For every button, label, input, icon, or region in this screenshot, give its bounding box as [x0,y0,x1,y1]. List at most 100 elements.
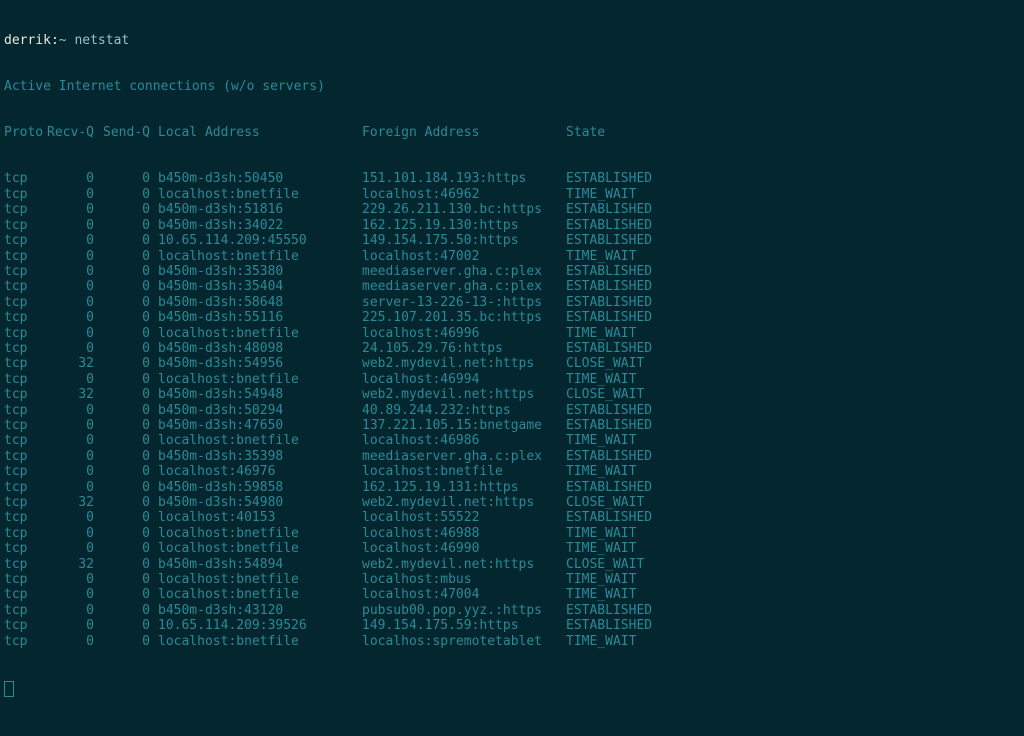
cell-foreign: web2.mydevil.net:https [362,387,566,402]
cell-sendq: 0 [94,233,150,248]
cell-proto: tcp [4,310,46,325]
cell-local: b450m-d3sh:35398 [158,449,362,464]
cell-local: localhost:bnetfile [158,541,362,556]
cell-recvq: 0 [46,326,94,341]
cell-state: ESTABLISHED [566,233,686,248]
cell-sendq: 0 [94,603,150,618]
cell-foreign: 162.125.19.131:https [362,480,566,495]
cell-sendq: 0 [94,279,150,294]
cell-state: ESTABLISHED [566,403,686,418]
cell-sendq: 0 [94,264,150,279]
cell-proto: tcp [4,326,46,341]
hdr-state: State [566,125,686,140]
connection-row: tcp00 b450m-d3sh:55116225.107.201.35.bc:… [4,310,1020,325]
cell-sendq: 0 [94,310,150,325]
connection-row: tcp00 localhost:40153localhost:55522ESTA… [4,510,1020,525]
cell-foreign: pubsub00.pop.yyz.:https [362,603,566,618]
cell-sendq: 0 [94,634,150,649]
cell-foreign: localhost:47002 [362,249,566,264]
cell-state: ESTABLISHED [566,510,686,525]
cell-state: TIME_WAIT [566,572,686,587]
cell-proto: tcp [4,249,46,264]
cell-recvq: 0 [46,233,94,248]
cell-state: CLOSE_WAIT [566,557,686,572]
cell-sendq: 0 [94,526,150,541]
cell-sendq: 0 [94,403,150,418]
cell-local: localhost:46976 [158,464,362,479]
cell-foreign: localhost:46996 [362,326,566,341]
cell-sendq: 0 [94,171,150,186]
cell-recvq: 0 [46,279,94,294]
cell-proto: tcp [4,603,46,618]
cell-local: b450m-d3sh:50450 [158,171,362,186]
cell-foreign: localhost:bnetfile [362,464,566,479]
cell-sendq: 0 [94,618,150,633]
cell-sendq: 0 [94,480,150,495]
cell-state: ESTABLISHED [566,264,686,279]
cell-state: ESTABLISHED [566,171,686,186]
cell-state: TIME_WAIT [566,541,686,556]
cell-local: localhost:bnetfile [158,526,362,541]
cell-foreign: web2.mydevil.net:https [362,557,566,572]
cell-proto: tcp [4,233,46,248]
cell-state: ESTABLISHED [566,449,686,464]
cell-recvq: 0 [46,295,94,310]
cell-foreign: localhost:46988 [362,526,566,541]
cell-foreign: 149.154.175.50:https [362,233,566,248]
connection-row: tcp320 b450m-d3sh:54956web2.mydevil.net:… [4,356,1020,371]
connection-row: tcp00 localhost:bnetfilelocalhost:46996T… [4,326,1020,341]
cell-recvq: 0 [46,464,94,479]
cell-recvq: 0 [46,572,94,587]
prompt-user: derrik [4,33,51,48]
hdr-foreign: Foreign Address [362,125,566,140]
header-row: ProtoRecv-QSend-Q Local AddressForeign A… [4,125,1020,140]
cell-foreign: localhos:spremotetablet [362,634,566,649]
cell-foreign: localhost:46994 [362,372,566,387]
cell-proto: tcp [4,557,46,572]
connection-row: tcp00 localhost:bnetfilelocalhost:47002T… [4,249,1020,264]
cursor-line[interactable] [4,680,1020,701]
cell-local: localhost:40153 [158,510,362,525]
cell-state: TIME_WAIT [566,249,686,264]
cell-sendq: 0 [94,341,150,356]
cell-state: CLOSE_WAIT [566,387,686,402]
cell-local: b450m-d3sh:51816 [158,202,362,217]
cell-foreign: 162.125.19.130:https [362,218,566,233]
cell-local: b450m-d3sh:54980 [158,495,362,510]
cell-state: ESTABLISHED [566,295,686,310]
cell-proto: tcp [4,449,46,464]
cell-foreign: localhost:47004 [362,587,566,602]
cell-recvq: 0 [46,634,94,649]
prompt-tilde: ~ [59,33,67,48]
cell-state: ESTABLISHED [566,618,686,633]
connection-row: tcp00 b450m-d3sh:35380meediaserver.gha.c… [4,264,1020,279]
connection-row: tcp320 b450m-d3sh:54948web2.mydevil.net:… [4,387,1020,402]
cell-foreign: localhost:46962 [362,187,566,202]
connection-row: tcp00 b450m-d3sh:43120pubsub00.pop.yyz.:… [4,603,1020,618]
cell-recvq: 0 [46,249,94,264]
connection-row: tcp00 localhost:46976localhost:bnetfileT… [4,464,1020,479]
cell-state: ESTABLISHED [566,218,686,233]
cell-recvq: 0 [46,187,94,202]
cell-recvq: 0 [46,418,94,433]
connection-row: tcp00 localhost:bnetfilelocalhost:mbusTI… [4,572,1020,587]
cell-proto: tcp [4,433,46,448]
cell-recvq: 0 [46,341,94,356]
terminal-window[interactable]: derrik:~ netstat Active Internet connect… [0,0,1024,719]
cell-proto: tcp [4,279,46,294]
cell-proto: tcp [4,526,46,541]
cell-state: ESTABLISHED [566,202,686,217]
connection-row: tcp00 b450m-d3sh:47650137.221.105.15:bne… [4,418,1020,433]
cell-proto: tcp [4,495,46,510]
cell-proto: tcp [4,403,46,418]
cell-recvq: 0 [46,449,94,464]
cell-sendq: 0 [94,387,150,402]
cell-state: CLOSE_WAIT [566,356,686,371]
cell-state: ESTABLISHED [566,310,686,325]
cell-state: ESTABLISHED [566,480,686,495]
cell-foreign: 40.89.244.232:https [362,403,566,418]
cell-recvq: 0 [46,310,94,325]
connection-row: tcp00 b450m-d3sh:34022162.125.19.130:htt… [4,218,1020,233]
connection-row: tcp00 localhost:bnetfilelocalhos:spremot… [4,634,1020,649]
cell-proto: tcp [4,587,46,602]
